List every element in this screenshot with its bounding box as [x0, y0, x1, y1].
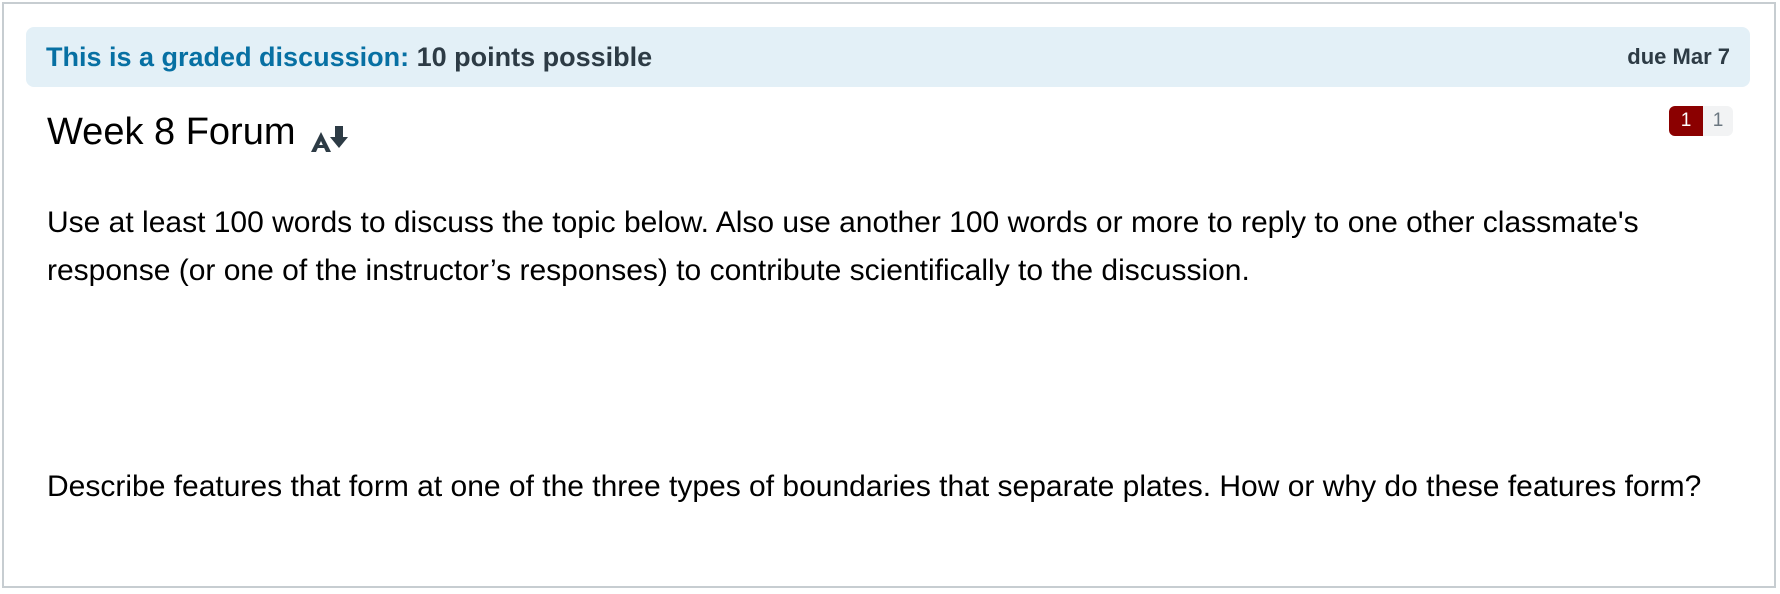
points-possible: 10 points possible	[416, 41, 653, 72]
discussion-instructions: Use at least 100 words to discuss the to…	[47, 206, 1639, 287]
graded-discussion-banner: This is a graded discussion: 10 points p…	[26, 27, 1750, 87]
unread-count: 1	[1669, 106, 1703, 136]
due-date: due Mar 7	[1627, 44, 1730, 69]
alternative-formats-download-icon[interactable]	[309, 120, 355, 154]
total-count: 1	[1703, 106, 1733, 136]
topic-header: Week 8 Forum	[47, 110, 355, 154]
graded-info: This is a graded discussion: 10 points p…	[46, 42, 652, 73]
discussion-prompt: Describe features that form at one of th…	[47, 470, 1702, 503]
unread-count-badge: 1 1	[1669, 106, 1733, 136]
page-title: Week 8 Forum	[47, 110, 296, 153]
graded-label: This is a graded discussion:	[46, 41, 410, 72]
